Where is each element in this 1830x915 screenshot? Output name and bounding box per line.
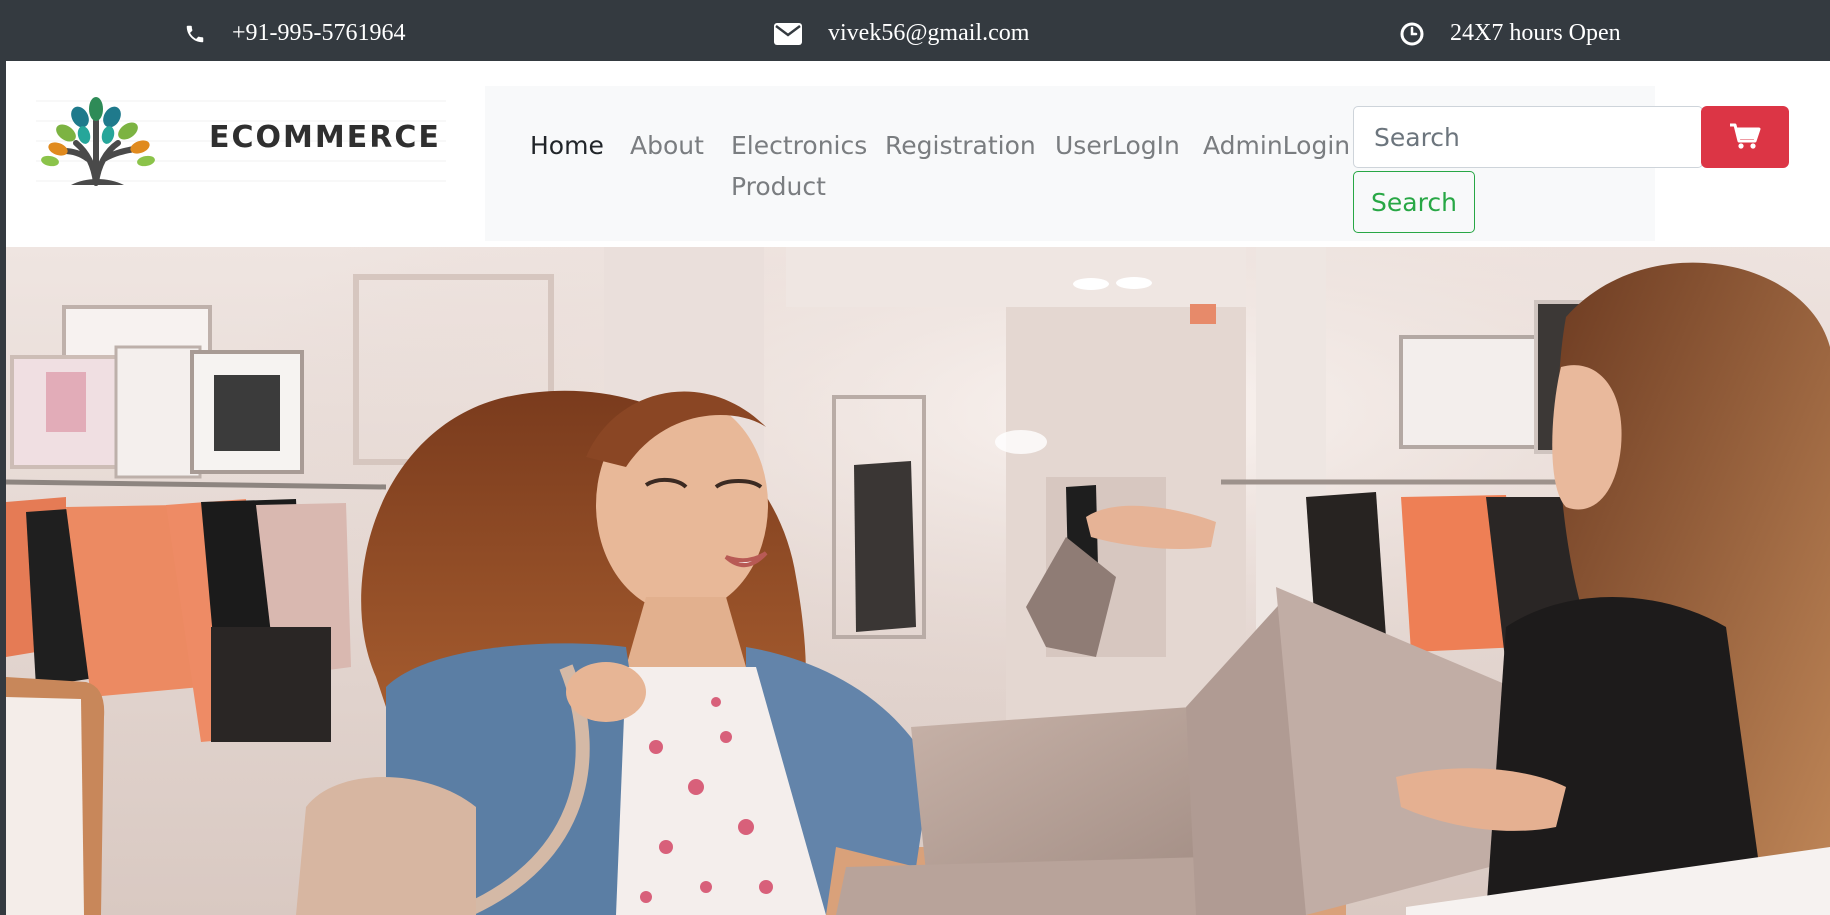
contact-hours: 24X7 hours Open bbox=[1400, 20, 1621, 47]
clock-icon bbox=[1400, 22, 1424, 46]
nav-item-about[interactable]: About bbox=[630, 125, 704, 166]
nav-item-electronics-line2: Product bbox=[731, 172, 826, 201]
hero-banner-image bbox=[6, 247, 1830, 915]
nav-item-adminlogin[interactable]: AdminLogin bbox=[1203, 125, 1350, 166]
phone-icon bbox=[184, 23, 206, 45]
nav-item-electronics-line1: Electronics bbox=[731, 131, 868, 160]
nav-item-registration[interactable]: Registration bbox=[885, 125, 1036, 166]
shopping-cart-icon bbox=[1729, 122, 1761, 153]
phone-number: +91-995-5761964 bbox=[232, 20, 406, 46]
search-button[interactable]: Search bbox=[1353, 171, 1475, 233]
brand-logo[interactable]: ECOMMERCE bbox=[36, 91, 446, 191]
contact-bar: +91-995-5761964 vivek56@gmail.com 24X7 h… bbox=[6, 6, 1830, 61]
nav-item-home[interactable]: Home bbox=[530, 125, 604, 166]
browser-viewport: +91-995-5761964 vivek56@gmail.com 24X7 h… bbox=[6, 6, 1830, 915]
logo-text: ECOMMERCE bbox=[209, 120, 441, 155]
site-header: ECOMMERCE Home About Electronics Product… bbox=[6, 61, 1830, 247]
email-address: vivek56@gmail.com bbox=[828, 20, 1030, 46]
search-input[interactable] bbox=[1353, 106, 1703, 168]
nav-item-electronics-product[interactable]: Electronics Product bbox=[731, 125, 867, 207]
cart-button[interactable] bbox=[1701, 106, 1789, 168]
hours-text: 24X7 hours Open bbox=[1450, 20, 1621, 46]
contact-phone: +91-995-5761964 bbox=[184, 20, 406, 47]
envelope-icon bbox=[774, 22, 802, 45]
nav-item-userlogin[interactable]: UserLogIn bbox=[1055, 125, 1180, 166]
tree-logo-icon bbox=[41, 97, 155, 186]
contact-email: vivek56@gmail.com bbox=[774, 20, 1029, 47]
